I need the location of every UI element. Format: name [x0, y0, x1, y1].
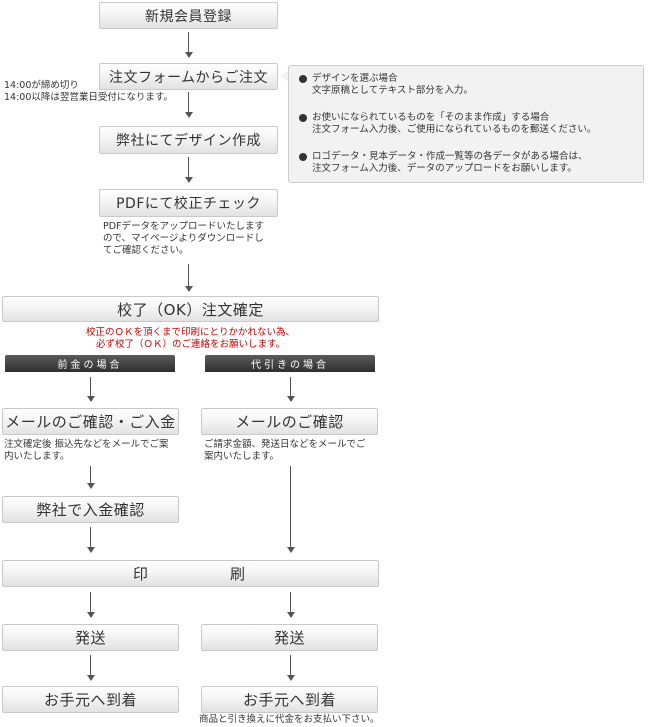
arrow-line	[188, 92, 189, 112]
bullet-icon	[299, 75, 307, 83]
pdf-note-line: ので、マイページよりダウンロードし	[103, 233, 264, 244]
arrow-line	[188, 157, 189, 177]
arrow-head	[87, 547, 95, 553]
cod-payment-note: 商品と引き換えに代金をお支払い下さい。	[199, 714, 380, 725]
step-ship-cod: 発送	[201, 624, 378, 651]
warning-line: 校正のＯＫを頂くまで印刷にとりかかれない為、	[85, 327, 295, 338]
step-mail-confirm: メールのご確認	[201, 408, 378, 435]
bullet-icon	[299, 114, 307, 122]
step-design: 弊社にてデザイン作成	[99, 126, 278, 154]
branch-header-cod: 代引きの場合	[205, 355, 375, 372]
arrow-head	[185, 112, 193, 118]
branch-label: 前金の場合	[57, 360, 123, 371]
step-arrive-cod: お手元へ到着	[201, 686, 378, 713]
step-mail-payment: メールのご確認・ご入金	[2, 408, 179, 435]
prepay-note-line: 内いたします。	[4, 451, 70, 462]
arrow-line	[290, 655, 291, 675]
step-label: PDFにて校正チェック	[116, 196, 261, 212]
arrow-line	[188, 32, 189, 52]
step-pdf-check: PDFにて校正チェック	[99, 189, 278, 217]
arrow-head	[185, 286, 193, 292]
arrow-line	[90, 377, 91, 396]
step-label: お手元へ到着	[43, 691, 137, 709]
step-label: 校了（OK）注文確定	[117, 300, 264, 319]
print-char: 刷	[230, 565, 246, 583]
step-label: 注文フォームからご注文	[108, 69, 269, 86]
note-line: お使いになられているものを「そのまま作成」する場合	[312, 112, 550, 123]
step-label: 発送	[74, 629, 106, 647]
step-arrive-prepay: お手元へ到着	[2, 686, 179, 713]
step-approval: 校了（OK）注文確定	[2, 296, 379, 322]
cod-note: ご請求金額、発送日などをメールでご 案内いたします。	[204, 439, 366, 463]
arrow-head	[185, 52, 193, 58]
note-item: お使いになられているものを「そのまま作成」する場合 注文フォーム入力後、ご使用に…	[299, 112, 596, 136]
note-line: 注文フォーム入力後、データのアップロードをお願いします。	[312, 163, 577, 174]
arrow-head	[87, 483, 95, 489]
arrow-line	[90, 655, 91, 675]
branch-label: 代引きの場合	[251, 360, 329, 371]
step-label: お手元へ到着	[242, 691, 336, 709]
print-char: 印	[133, 565, 149, 583]
arrow-line	[90, 592, 91, 612]
prepay-note-line: 注文確定後 振込先などをメールでご案	[4, 439, 169, 450]
cod-note-line: 案内いたします。	[204, 451, 280, 462]
deadline-line: 14:00以降は翌営業日受付になります。	[4, 92, 173, 103]
step-label: 弊社で入金確認	[36, 501, 145, 519]
arrow-line	[290, 377, 291, 396]
arrow-head	[87, 396, 95, 402]
note-item: デザインを選ぶ場合 文字原稿としてテキスト部分を入力。	[299, 73, 473, 97]
note-item: ロゴデータ・見本データ・作成一覧等の各データがある場合は、 注文フォーム入力後、…	[299, 151, 588, 175]
step-print: 印 刷	[2, 560, 379, 587]
arrow-head	[87, 675, 95, 681]
order-notes-panel: デザインを選ぶ場合 文字原稿としてテキスト部分を入力。 お使いになられているもの…	[288, 65, 644, 183]
branch-header-prepay: 前金の場合	[5, 355, 175, 372]
arrow-head	[287, 396, 295, 402]
arrow-head	[287, 612, 295, 618]
step-ship-prepay: 発送	[2, 624, 179, 651]
step-label: メールのご確認・ご入金	[5, 413, 176, 431]
note-line: 注文フォーム入力後、ご使用になられているものを郵送ください。	[312, 124, 597, 135]
warning-line: 必ず校了（ＯＫ）のご連絡をお願いします。	[95, 339, 286, 350]
approval-warning: 校正のＯＫを頂くまで印刷にとりかかれない為、 必ず校了（ＯＫ）のご連絡をお願いし…	[2, 327, 379, 351]
step-order-form: 注文フォームからご注文	[99, 63, 278, 90]
step-register: 新規会員登録	[99, 2, 278, 29]
pdf-note-line: PDFデータをアップロードいたします	[103, 221, 265, 232]
note-line: 文字原稿としてテキスト部分を入力。	[312, 85, 473, 96]
step-payment-confirm: 弊社で入金確認	[2, 496, 179, 523]
pdf-note-line: てご確認ください。	[103, 245, 189, 256]
arrow-head	[185, 177, 193, 183]
step-label: 新規会員登録	[145, 8, 232, 25]
arrow-head	[87, 612, 95, 618]
arrow-line	[90, 466, 91, 483]
cod-note-line: ご請求金額、発送日などをメールでご	[204, 439, 366, 450]
arrow-head	[287, 675, 295, 681]
step-label: メールのご確認	[235, 413, 344, 431]
prepay-note: 注文確定後 振込先などをメールでご案 内いたします。	[4, 439, 169, 463]
arrow-line	[188, 264, 189, 286]
arrow-line	[290, 466, 291, 547]
note-line: デザインを選ぶ場合	[312, 73, 398, 84]
arrow-line	[290, 592, 291, 612]
arrow-line	[90, 527, 91, 547]
step-label: 発送	[273, 629, 305, 647]
step-label: 弊社にてデザイン作成	[116, 133, 261, 149]
pdf-note: PDFデータをアップロードいたします ので、マイページよりダウンロードし てご確…	[103, 221, 264, 257]
arrow-head	[287, 547, 295, 553]
bullet-icon	[299, 153, 307, 161]
note-line: ロゴデータ・見本データ・作成一覧等の各データがある場合は、	[312, 151, 588, 162]
